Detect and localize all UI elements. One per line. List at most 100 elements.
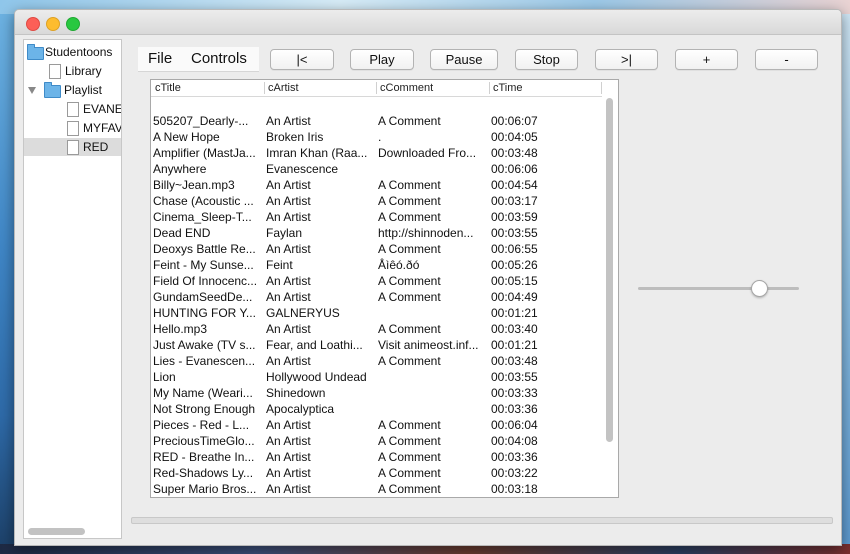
table-row[interactable]: 505207_Dearly-... An Artist A Comment 00:06… bbox=[151, 113, 602, 129]
cell-artist: An Artist bbox=[266, 418, 311, 432]
cell-comment: A Comment bbox=[378, 482, 441, 496]
disclosure-triangle-icon[interactable] bbox=[28, 87, 36, 94]
table-row[interactable]: HUNTING FOR Y... GALNERYUS 00:01:21 bbox=[151, 305, 602, 321]
table-row[interactable]: A New Hope Broken Iris. 00:04:05 bbox=[151, 129, 602, 145]
stop-button[interactable]: Stop bbox=[515, 49, 578, 70]
table-row[interactable]: Dead END Faylan http://shinnoden... 00:03:5… bbox=[151, 225, 602, 241]
cell-artist: Imran Khan (Raa... bbox=[266, 146, 368, 160]
minimize-window-button[interactable] bbox=[46, 17, 60, 31]
cell-time: 00:04:54 bbox=[491, 178, 538, 192]
volume-down-button[interactable]: - bbox=[755, 49, 818, 70]
cell-time: 00:04:08 bbox=[491, 434, 538, 448]
table-row[interactable]: Hello.mp3 An Artist A Comment 00:03:40 bbox=[151, 321, 602, 337]
cell-time: 00:05:15 bbox=[491, 274, 538, 288]
table-row[interactable]: Lion Hollywood Undead 00:03:55 bbox=[151, 369, 602, 385]
cell-artist: An Artist bbox=[266, 274, 311, 288]
playback-progress-bar[interactable] bbox=[131, 517, 833, 524]
cell-time: 00:06:55 bbox=[491, 242, 538, 256]
table-row[interactable]: Billy~Jean.mp3 An Artist A Comment 00:04:54 bbox=[151, 177, 602, 193]
table-row[interactable]: Anywhere Evanescence 00:06:06 bbox=[151, 161, 602, 177]
table-row[interactable]: Chase (Acoustic ... An Artist A Comment 00:… bbox=[151, 193, 602, 209]
cell-comment: Åìêó.ðó bbox=[378, 258, 420, 272]
column-header-time[interactable]: cTime bbox=[493, 81, 523, 95]
table-row[interactable]: Field Of Innocenc... An Artist A Comment 00… bbox=[151, 273, 602, 289]
file-icon bbox=[67, 102, 79, 117]
cell-artist: An Artist bbox=[266, 354, 311, 368]
title-bar[interactable] bbox=[15, 10, 841, 35]
cell-comment: A Comment bbox=[378, 178, 441, 192]
column-header-title[interactable]: cTitle bbox=[155, 81, 181, 95]
cell-comment: A Comment bbox=[378, 418, 441, 432]
cell-title: GundamSeedDe... bbox=[153, 290, 253, 304]
cell-artist: Broken Iris bbox=[266, 130, 324, 144]
cell-artist: An Artist bbox=[266, 482, 311, 496]
tree-item-playlist[interactable]: Playlist bbox=[24, 81, 121, 99]
column-divider bbox=[376, 82, 377, 94]
table-row[interactable]: Deoxys Battle Re... An Artist A Comment 00:… bbox=[151, 241, 602, 257]
close-window-button[interactable] bbox=[26, 17, 40, 31]
table-header: cTitle cArtist cComment cTime bbox=[151, 80, 602, 97]
volume-up-button[interactable]: + bbox=[675, 49, 738, 70]
table-row[interactable]: My Name (Weari... Shinedown 00:03:33 bbox=[151, 385, 602, 401]
table-row[interactable]: Pieces - Red - L... An Artist A Comment 00:… bbox=[151, 417, 602, 433]
cell-artist: An Artist bbox=[266, 450, 311, 464]
cell-title: Pieces - Red - L... bbox=[153, 418, 250, 432]
table-row[interactable]: Red-Shadows Ly... An Artist A Comment 00:03… bbox=[151, 465, 602, 481]
zoom-window-button[interactable] bbox=[66, 17, 80, 31]
volume-slider-knob[interactable] bbox=[750, 280, 768, 297]
cell-artist: Fear, and Loathi... bbox=[266, 338, 363, 352]
cell-comment: A Comment bbox=[378, 242, 441, 256]
next-track-button[interactable]: >| bbox=[595, 49, 658, 70]
menu-file[interactable]: File bbox=[148, 50, 172, 67]
cell-title: Just Awake (TV s... bbox=[153, 338, 256, 352]
cell-artist: An Artist bbox=[266, 178, 311, 192]
table-row[interactable]: Cinema_Sleep-T... An Artist A Comment 00:03… bbox=[151, 209, 602, 225]
cell-title: Not Strong Enough bbox=[153, 402, 256, 416]
player-window: Studentoons Library Playlist EVANE MYFAV… bbox=[14, 9, 842, 546]
tree-item-evane[interactable]: EVANE bbox=[24, 100, 121, 118]
column-header-comment[interactable]: cComment bbox=[380, 81, 433, 95]
play-button[interactable]: Play bbox=[350, 49, 414, 70]
menu-controls[interactable]: Controls bbox=[191, 50, 247, 67]
cell-time: 00:03:22 bbox=[491, 466, 538, 480]
cell-time: 00:01:21 bbox=[491, 306, 538, 320]
column-header-artist[interactable]: cArtist bbox=[268, 81, 299, 95]
table-row[interactable]: RED - Breathe In... An Artist A Comment 00:… bbox=[151, 449, 602, 465]
cell-comment: A Comment bbox=[378, 194, 441, 208]
folder-icon bbox=[27, 44, 44, 60]
menu-bar: File Controls bbox=[138, 47, 259, 72]
tree-horizontal-scrollbar[interactable] bbox=[28, 528, 85, 535]
table-row[interactable]: Super Mario Bros... An Artist A Comment 00:… bbox=[151, 481, 602, 497]
table-row[interactable]: Amplifier (MastJa... Imran Khan (Raa... Do… bbox=[151, 145, 602, 161]
tree-item-label: MYFAV bbox=[83, 121, 122, 135]
table-row[interactable]: GundamSeedDe... An Artist A Comment 00:04:4… bbox=[151, 289, 602, 305]
column-divider bbox=[264, 82, 265, 94]
cell-title: My Name (Weari... bbox=[153, 386, 253, 400]
table-row[interactable]: Feint - My Sunse... Feint Åìêó.ðó 00:05:26 bbox=[151, 257, 602, 273]
cell-title: Lies - Evanescen... bbox=[153, 354, 256, 368]
table-vertical-scrollbar[interactable] bbox=[606, 98, 613, 442]
volume-slider-track[interactable] bbox=[638, 287, 799, 290]
cell-title: Hello.mp3 bbox=[153, 322, 208, 336]
previous-track-button[interactable]: |< bbox=[270, 49, 334, 70]
tree-item-studentoons[interactable]: Studentoons bbox=[24, 43, 121, 61]
table-row[interactable]: PreciousTimeGlo... An Artist A Comment 00:0… bbox=[151, 433, 602, 449]
table-row[interactable]: Just Awake (TV s... Fear, and Loathi... Vi… bbox=[151, 337, 602, 353]
pause-button[interactable]: Pause bbox=[430, 49, 498, 70]
cell-time: 00:06:07 bbox=[491, 114, 538, 128]
cell-artist: An Artist bbox=[266, 322, 311, 336]
column-divider bbox=[489, 82, 490, 94]
library-tree[interactable]: Studentoons Library Playlist EVANE MYFAV… bbox=[23, 39, 122, 539]
cell-time: 00:04:49 bbox=[491, 290, 538, 304]
cell-artist: Shinedown bbox=[266, 386, 326, 400]
tree-item-library[interactable]: Library bbox=[24, 62, 121, 80]
tree-item-label: Studentoons bbox=[45, 45, 113, 59]
table-row[interactable]: Not Strong Enough Apocalyptica 00:03:36 bbox=[151, 401, 602, 417]
cell-comment: A Comment bbox=[378, 290, 441, 304]
song-table[interactable]: cTitle cArtist cComment cTime 505207_Dea… bbox=[150, 79, 619, 498]
table-row[interactable]: Lies - Evanescen... An Artist A Comment 00:… bbox=[151, 353, 602, 369]
tree-item-red[interactable]: RED bbox=[24, 138, 121, 156]
cell-artist: Faylan bbox=[266, 226, 303, 240]
tree-item-myfav[interactable]: MYFAV bbox=[24, 119, 121, 137]
cell-time: 00:05:26 bbox=[491, 258, 538, 272]
